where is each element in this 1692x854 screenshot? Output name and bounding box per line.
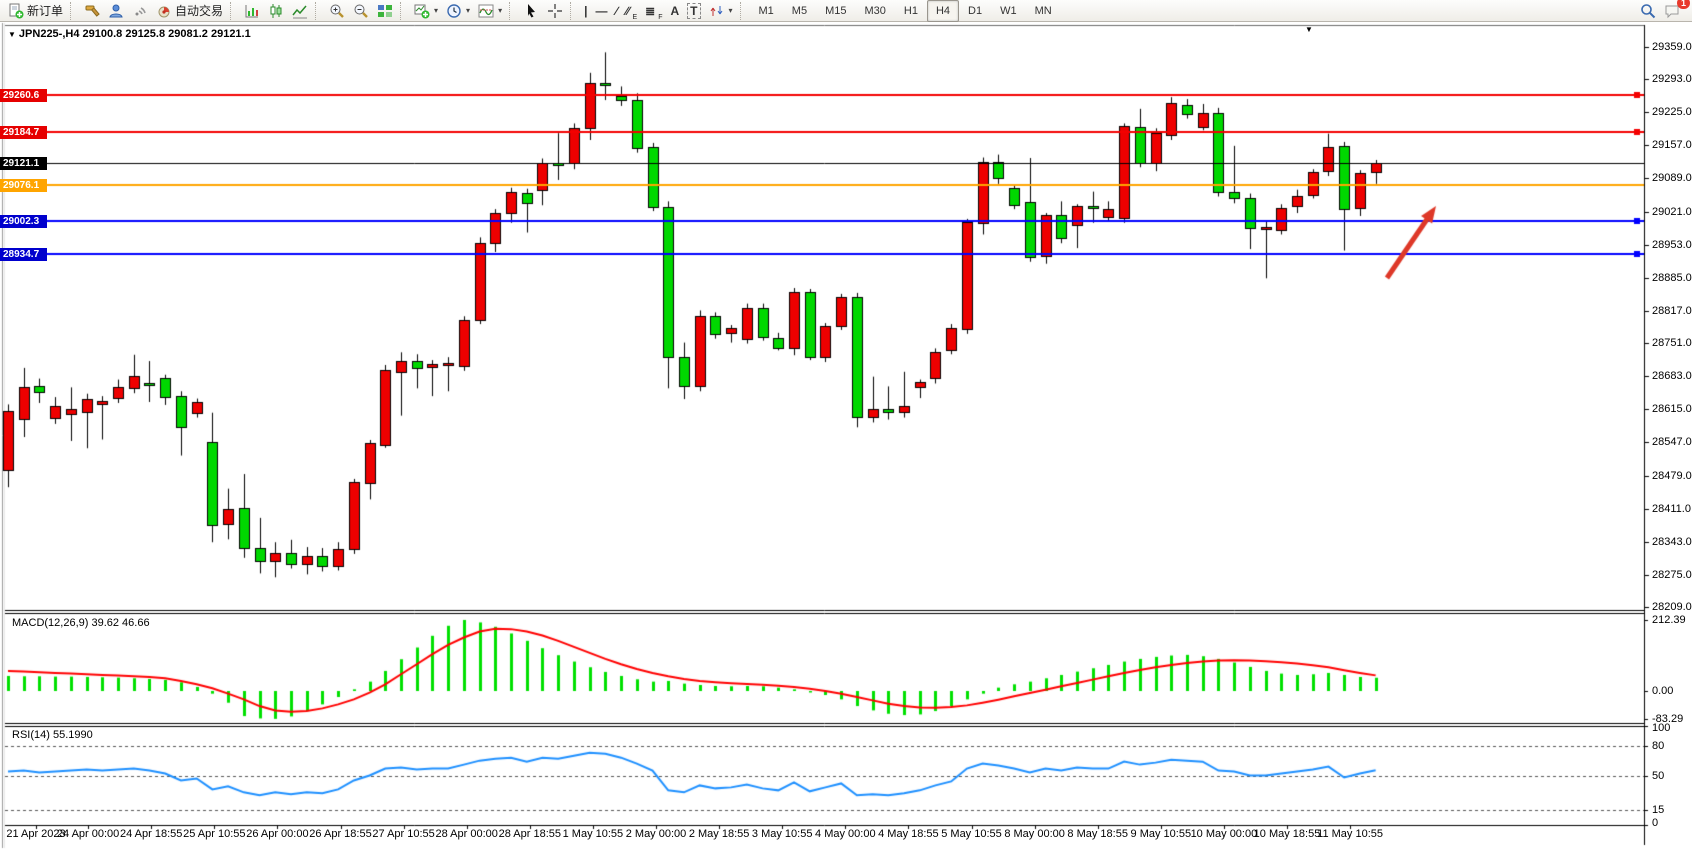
chart-line-button[interactable] xyxy=(288,0,312,22)
fibonacci-button[interactable]: ≣F xyxy=(641,0,666,22)
profiles-dropdown[interactable]: ▾ xyxy=(442,0,474,22)
chevron-down-icon: ▾ xyxy=(466,6,470,15)
timeframe-m30[interactable]: M30 xyxy=(855,0,894,22)
label-button[interactable]: T xyxy=(683,0,704,22)
toolbar-separator xyxy=(509,2,516,20)
signals-button[interactable] xyxy=(128,0,152,22)
timeframe-h1-label: H1 xyxy=(899,5,923,17)
new-order-button-label: 新订单 xyxy=(27,2,63,19)
new-order-button[interactable]: 新订单 xyxy=(4,0,67,22)
timeframe-m5-label: M5 xyxy=(787,5,812,17)
signal-icon xyxy=(132,3,148,19)
chart-candles-button[interactable] xyxy=(264,0,288,22)
trendline-button[interactable]: ∕ xyxy=(611,0,621,22)
text-button-glyph: A xyxy=(670,4,679,18)
fibonacci-button-sub: F xyxy=(658,14,662,21)
chat-button[interactable]: 1 xyxy=(1660,0,1684,22)
chart-bars-button[interactable] xyxy=(240,0,264,22)
timeframe-w1-label: W1 xyxy=(995,5,1022,17)
trendline-button-glyph: ∕ xyxy=(615,4,617,18)
chevron-down-icon: ▾ xyxy=(729,6,733,15)
tiles-icon xyxy=(377,3,393,19)
chart-plus-icon xyxy=(414,3,430,19)
timeframe-m1[interactable]: M1 xyxy=(750,0,783,22)
candles-icon xyxy=(268,3,284,19)
arrows-icon xyxy=(709,3,725,19)
text-button[interactable]: A xyxy=(666,0,683,22)
toolbar-separator xyxy=(740,2,747,20)
chevron-down-icon: ▾ xyxy=(434,6,438,15)
crosshair-button[interactable] xyxy=(543,0,567,22)
toolbar-separator xyxy=(230,2,237,20)
autotrading-button[interactable]: 自动交易 xyxy=(152,0,227,22)
robot-icon xyxy=(156,3,172,19)
community-button[interactable] xyxy=(104,0,128,22)
timeframe-h4[interactable]: H4 xyxy=(927,0,959,22)
zoom-out-button[interactable] xyxy=(349,0,373,22)
clock-icon xyxy=(446,3,462,19)
person-icon xyxy=(108,3,124,19)
search-button[interactable] xyxy=(1636,0,1660,22)
toolbar-separator xyxy=(570,2,577,20)
chart-canvas[interactable] xyxy=(0,0,1692,854)
zoom-in-icon xyxy=(329,3,345,19)
cursor-icon xyxy=(523,3,539,19)
timeframe-w1[interactable]: W1 xyxy=(991,0,1026,22)
channel-button-sub: E xyxy=(632,14,637,21)
new-chart-dropdown[interactable]: ▾ xyxy=(410,0,442,22)
main-toolbar: 新订单自动交易▾▾▾|—∕∕∕E≣FAT▾M1M5M15M30H1H4D1W1M… xyxy=(0,0,1692,22)
zoom-in-button[interactable] xyxy=(325,0,349,22)
vertical-line-button[interactable]: | xyxy=(580,0,591,22)
toolbar-separator xyxy=(70,2,77,20)
bar-chart-icon xyxy=(244,3,260,19)
search-icon xyxy=(1640,3,1656,19)
timeframe-h4-label: H4 xyxy=(931,5,955,17)
toolbar-separator xyxy=(400,2,407,20)
arrows-dropdown[interactable]: ▾ xyxy=(705,0,737,22)
indicator-icon xyxy=(478,3,494,19)
zoom-out-icon xyxy=(353,3,369,19)
timeframe-m5[interactable]: M5 xyxy=(783,0,816,22)
line-chart-icon xyxy=(292,3,308,19)
channel-button-glyph: ∕∕ xyxy=(625,4,629,18)
chevron-down-icon: ▾ xyxy=(498,6,502,15)
label-button-glyph: T xyxy=(687,3,700,19)
toolbar-separator xyxy=(315,2,322,20)
horizontal-line-button[interactable]: — xyxy=(591,0,611,22)
crosshair-icon xyxy=(547,3,563,19)
timeframe-d1-label: D1 xyxy=(963,5,987,17)
chat-badge: 1 xyxy=(1677,0,1690,9)
vertical-line-button-glyph: | xyxy=(584,4,587,18)
document-plus-icon xyxy=(8,3,24,19)
autotrading-button-label: 自动交易 xyxy=(175,2,223,19)
channel-button[interactable]: ∕∕E xyxy=(621,0,641,22)
cursor-button[interactable] xyxy=(519,0,543,22)
horizontal-line-button-glyph: — xyxy=(595,4,607,18)
timeframe-m30-label: M30 xyxy=(859,5,890,17)
trading-platform-window: 新订单自动交易▾▾▾|—∕∕∕E≣FAT▾M1M5M15M30H1H4D1W1M… xyxy=(0,0,1692,854)
timeframe-m15-label: M15 xyxy=(820,5,851,17)
timeframe-mn[interactable]: MN xyxy=(1026,0,1061,22)
indicators-dropdown[interactable]: ▾ xyxy=(474,0,506,22)
fibonacci-button-glyph: ≣ xyxy=(645,4,655,18)
timeframe-m1-label: M1 xyxy=(754,5,779,17)
tools-button[interactable] xyxy=(80,0,104,22)
tile-windows-button[interactable] xyxy=(373,0,397,22)
timeframe-mn-label: MN xyxy=(1030,5,1057,17)
hammer-icon xyxy=(84,3,100,19)
timeframe-d1[interactable]: D1 xyxy=(959,0,991,22)
timeframe-m15[interactable]: M15 xyxy=(816,0,855,22)
timeframe-h1[interactable]: H1 xyxy=(895,0,927,22)
